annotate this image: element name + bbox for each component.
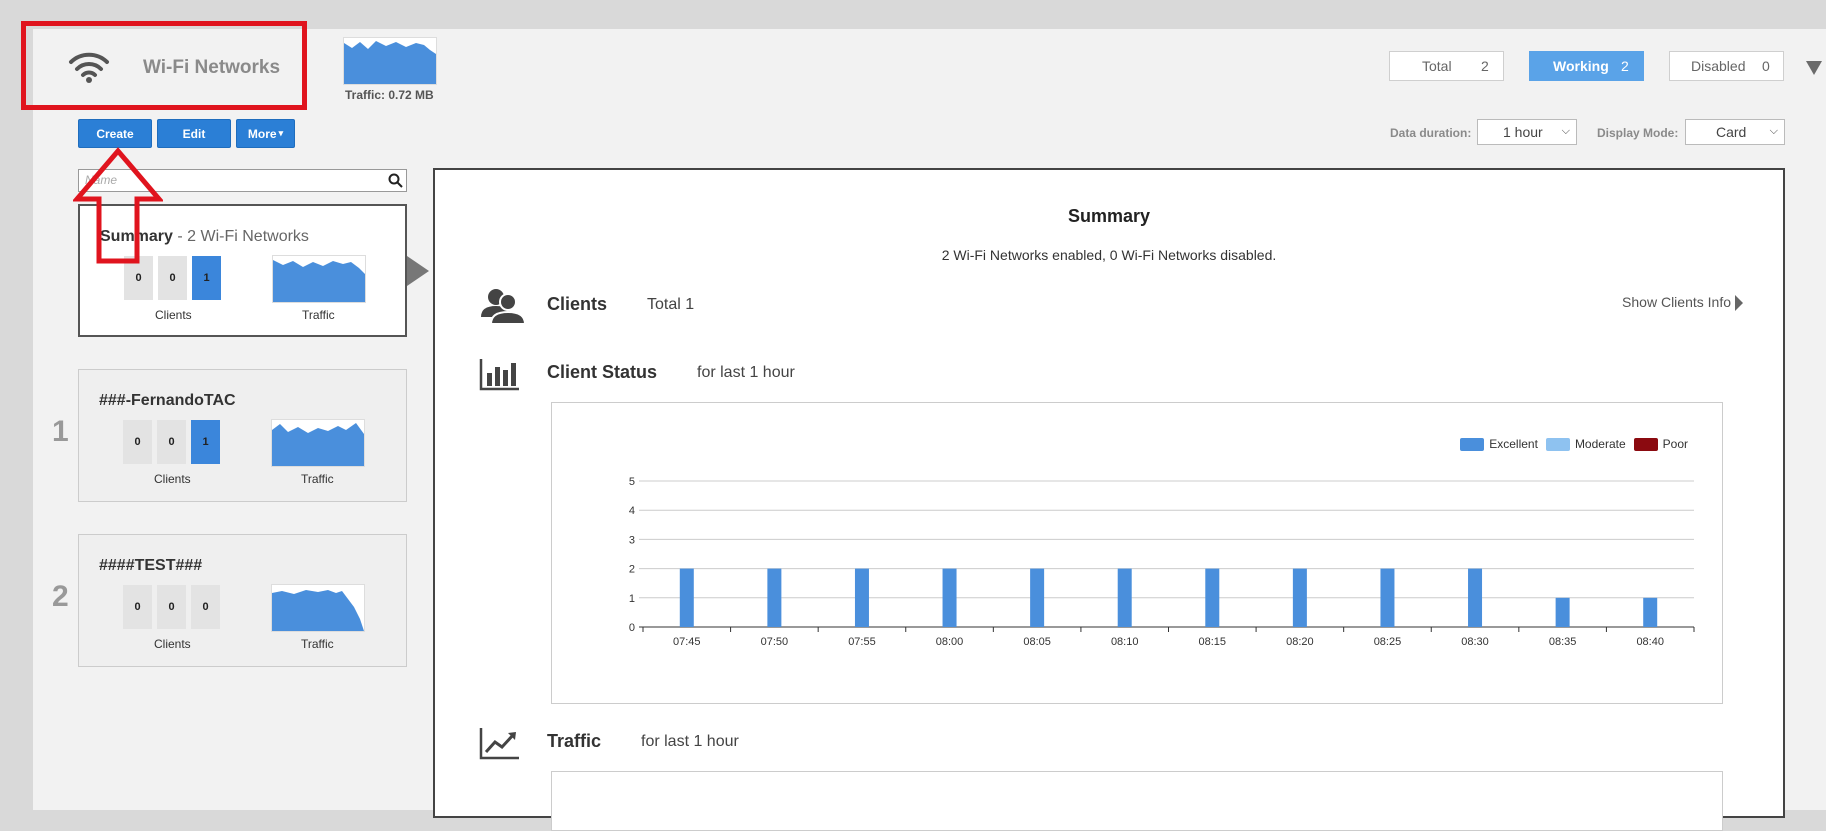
- client-status-plot: 0 1 2 3 4 5 07:45 07:50 07:55 08:00 08:05 08:10 08:1…: [629, 476, 1695, 648]
- x-tick-label: 08:10: [1111, 636, 1139, 648]
- client-status-note: for last 1 hour: [697, 364, 795, 381]
- collapse-caret-icon[interactable]: [1806, 61, 1822, 75]
- clients-total: Total 1: [647, 296, 695, 313]
- data-duration-value: 1 hour: [1503, 124, 1543, 140]
- card-index: 1: [52, 415, 69, 448]
- x-tick-label: 07:55: [848, 636, 876, 648]
- selected-pointer-icon: [407, 256, 429, 286]
- data-duration-label: Data duration:: [1390, 126, 1472, 140]
- traffic-caption: Traffic: [301, 637, 334, 651]
- y-tick-label: 0: [629, 622, 635, 634]
- bar-excellent: [1555, 597, 1570, 627]
- x-tick-label: 08:30: [1461, 636, 1489, 648]
- client-status-chart: Excellent Moderate Poor 0 1 2 3 4 5 07:45 07:50…: [551, 402, 1723, 704]
- card-traffic-sparkline: [272, 255, 366, 303]
- x-tick-label: 08:25: [1374, 636, 1402, 648]
- client-count-moderate: 0: [157, 420, 186, 464]
- clients-icon: [481, 289, 527, 325]
- disabled-label: Disabled: [1691, 58, 1746, 74]
- bar-excellent: [1468, 568, 1483, 627]
- line-chart-icon: [479, 728, 519, 760]
- total-count: 2: [1481, 58, 1489, 74]
- clients-caption: Clients: [155, 308, 192, 322]
- annotation-up-arrow-icon: [73, 147, 163, 264]
- traffic-section-title: Traffic: [547, 731, 602, 751]
- traffic-caption: Traffic: [301, 472, 334, 486]
- clients-caption: Clients: [154, 472, 191, 486]
- bar-excellent: [679, 568, 694, 627]
- card-index: 2: [52, 580, 69, 613]
- summary-panel: Summary 2 Wi-Fi Networks enabled, 0 Wi-F…: [433, 168, 1785, 831]
- y-tick-label: 3: [629, 534, 635, 546]
- show-clients-info-link[interactable]: Show Clients Info: [1622, 294, 1743, 312]
- total-filter[interactable]: Total 2: [1389, 51, 1504, 81]
- traffic-caption: Traffic: 0.72 MB: [345, 88, 434, 102]
- data-duration-select[interactable]: 1 hour ⌵: [1477, 119, 1577, 145]
- clients-section-title: Clients: [547, 294, 608, 314]
- chevron-down-icon: ⌵: [1561, 125, 1570, 137]
- create-button[interactable]: Create: [78, 119, 152, 148]
- summary-title: Summary: [1067, 206, 1151, 226]
- summary-description: 2 Wi-Fi Networks enabled, 0 Wi-Fi Networ…: [941, 247, 1277, 263]
- x-tick-label: 08:20: [1286, 636, 1314, 648]
- disabled-filter[interactable]: Disabled 0: [1669, 51, 1784, 81]
- x-tick-label: 08:15: [1199, 636, 1227, 648]
- x-tick-label: 08:05: [1023, 636, 1051, 648]
- working-filter[interactable]: Working 2: [1529, 51, 1644, 81]
- x-tick-label: 08:35: [1549, 636, 1577, 648]
- client-count-moderate: 0: [157, 585, 186, 629]
- show-clients-info-label: Show Clients Info: [1622, 294, 1731, 310]
- working-label: Working: [1553, 58, 1609, 74]
- network-card[interactable]: ####TEST### 0 0 0 Clients Traffic: [78, 534, 407, 667]
- y-tick-label: 4: [629, 505, 635, 517]
- y-tick-label: 1: [629, 593, 635, 605]
- traffic-caption: Traffic: [302, 308, 335, 322]
- edit-button[interactable]: Edit: [157, 119, 231, 148]
- client-status-title: Client Status: [547, 362, 658, 382]
- caret-right-icon: [1735, 295, 1743, 312]
- client-count-excellent: 0: [191, 585, 220, 629]
- network-card[interactable]: ###-FernandoTAC 0 0 1 Clients Traffic: [78, 369, 407, 502]
- total-label: Total: [1422, 58, 1452, 74]
- traffic-sparkline: [343, 37, 437, 85]
- display-mode-label: Display Mode:: [1597, 126, 1679, 140]
- bar-excellent: [1117, 568, 1132, 627]
- more-button[interactable]: More ▾: [236, 119, 295, 148]
- display-mode-value: Card: [1716, 124, 1747, 140]
- card-traffic-sparkline: [271, 419, 365, 467]
- bar-excellent: [1380, 568, 1395, 627]
- bar-excellent: [1030, 568, 1045, 627]
- client-count-excellent: 1: [192, 256, 221, 300]
- y-tick-label: 2: [629, 564, 635, 576]
- card-title: ###-FernandoTAC: [99, 392, 236, 409]
- bar-excellent: [1643, 597, 1658, 627]
- client-count-excellent: 1: [191, 420, 220, 464]
- more-caret-icon: ▾: [278, 128, 284, 138]
- search-icon[interactable]: [388, 173, 403, 188]
- client-count-poor: 0: [123, 420, 152, 464]
- chevron-down-icon: ⌵: [1769, 125, 1778, 137]
- more-label: More: [247, 126, 277, 141]
- x-tick-label: 07:50: [761, 636, 789, 648]
- display-mode-select[interactable]: Card ⌵: [1685, 119, 1785, 145]
- x-tick-label: 08:00: [936, 636, 964, 648]
- bar-excellent: [1292, 568, 1307, 627]
- card-traffic-sparkline: [271, 584, 365, 632]
- traffic-chart: [551, 771, 1723, 831]
- annotation-highlight-box: [21, 21, 307, 110]
- working-count: 2: [1621, 58, 1629, 74]
- y-tick-label: 5: [629, 476, 635, 488]
- clients-caption: Clients: [154, 637, 191, 651]
- x-tick-label: 07:45: [673, 636, 701, 648]
- client-count-poor: 0: [123, 585, 152, 629]
- traffic-section-note: for last 1 hour: [641, 733, 739, 750]
- bar-excellent: [854, 568, 869, 627]
- card-title: ####TEST###: [99, 557, 203, 574]
- bar-excellent: [1205, 568, 1220, 627]
- bar-excellent: [767, 568, 782, 627]
- bar-chart-icon: [479, 359, 519, 391]
- x-tick-label: 08:40: [1636, 636, 1664, 648]
- bar-excellent: [942, 568, 957, 627]
- disabled-count: 0: [1762, 58, 1770, 74]
